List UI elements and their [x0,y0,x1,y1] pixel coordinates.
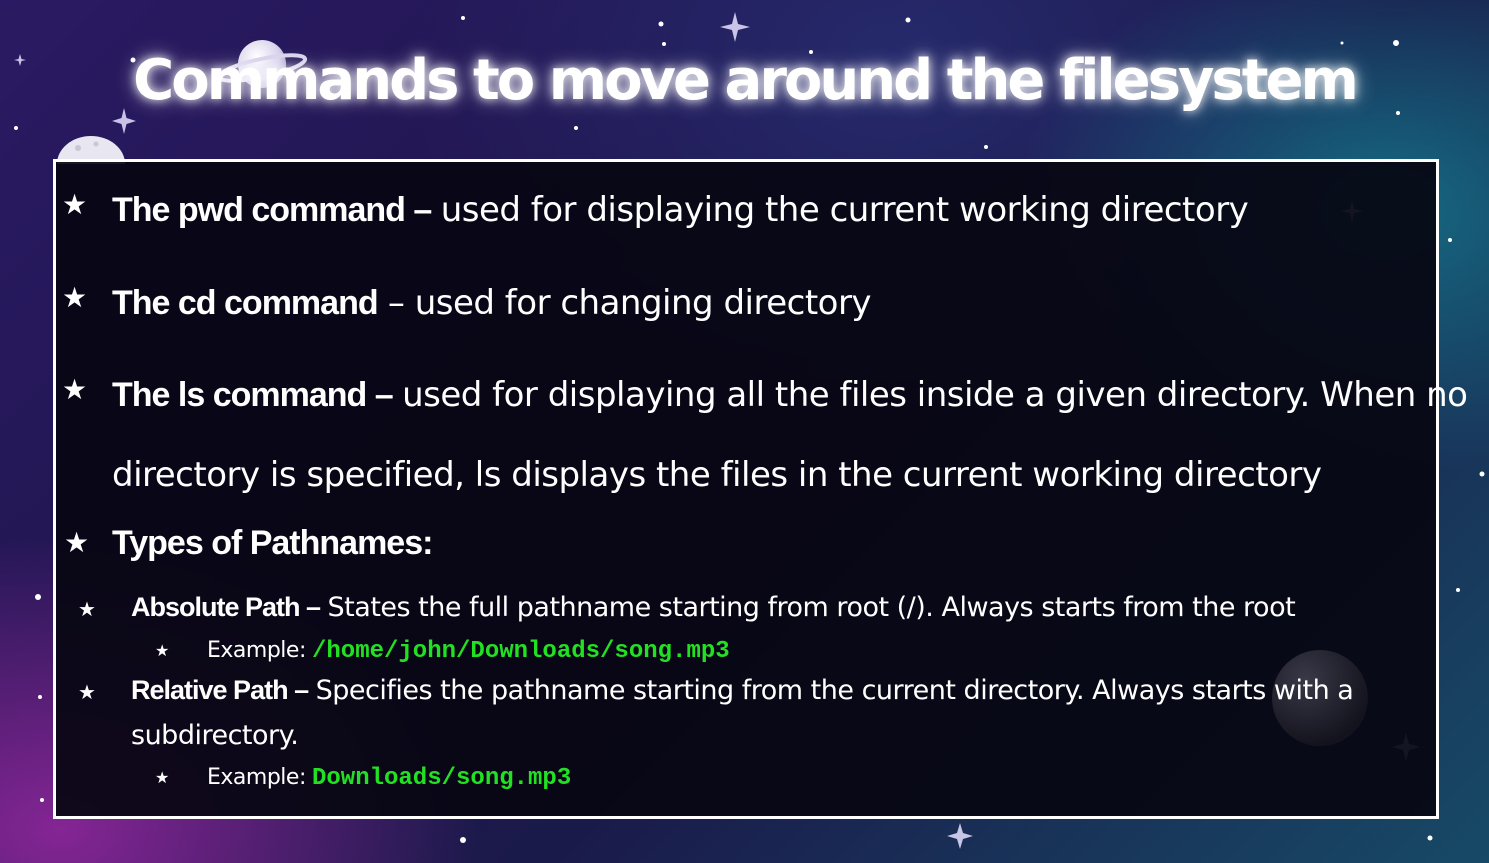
star-dot [658,21,664,27]
bullet-cd: The cd command – used for changing direc… [112,283,872,323]
bullet-star-icon: ★ [78,682,96,704]
star-dot [35,594,41,600]
star-dot [984,145,988,149]
bullet-star-icon: ★ [155,643,170,660]
star-dot [1427,835,1433,841]
bullet-star-icon: ★ [62,189,88,220]
sparkle-star-icon [720,12,750,42]
bullet-desc: used for displaying all the files inside… [402,375,1468,415]
pathname-relative-example: Example: Downloads/song.mp3 [207,764,571,792]
pathname-term: Relative Path – [131,675,309,705]
star-dot [38,695,42,699]
star-dot [574,126,578,130]
example-code: /home/john/Downloads/song.mp3 [311,638,730,665]
pathname-absolute: Absolute Path – States the full pathname… [131,592,1296,623]
bullet-star-icon: ★ [62,282,88,313]
example-code: Downloads/song.mp3 [311,765,572,792]
example-label: Example: [207,638,306,663]
star-dot [1393,40,1399,46]
bullet-ls: The ls command – used for displaying all… [112,375,1468,415]
pathname-term: Absolute Path – [131,592,321,622]
star-dot [14,126,18,130]
bullet-term: The ls command – [112,376,394,414]
bullet-star-icon: ★ [78,599,96,621]
section-heading-pathnames: Types of Pathnames: [112,524,433,562]
star-dot [460,837,466,843]
star-dot [1340,41,1344,45]
slide-title: Commands to move around the filesystem [133,48,1359,113]
bullet-term: The pwd command – [112,191,432,229]
bullet-desc: used for displaying the current working … [440,190,1249,230]
star-dot [1448,238,1452,242]
pathname-desc: States the full pathname starting from r… [327,592,1296,623]
sparkle-star-icon [947,823,973,849]
bullet-star-icon: ★ [62,374,88,405]
bullet-star-icon: ★ [64,527,90,558]
bullet-desc: – used for changing directory [377,283,872,323]
pathname-relative: Relative Path – Specifies the pathname s… [131,675,1354,706]
bullet-term: The cd command [112,284,379,322]
star-dot [1456,588,1460,592]
bullet-ls-continuation: directory is specified, ls displays the … [112,455,1322,495]
star-dot [40,798,44,802]
example-label: Example: [207,765,306,790]
star-dot [905,17,911,23]
bullet-pwd: The pwd command – used for displaying th… [112,190,1249,230]
pathname-desc: Specifies the pathname starting from the… [315,675,1354,706]
star-dot [461,16,465,20]
star-dot [1479,471,1485,477]
pathname-relative-continuation: subdirectory. [131,720,299,751]
bullet-star-icon: ★ [155,770,170,787]
star-dot [662,42,666,46]
pathname-absolute-example: Example: /home/john/Downloads/song.mp3 [207,637,730,665]
